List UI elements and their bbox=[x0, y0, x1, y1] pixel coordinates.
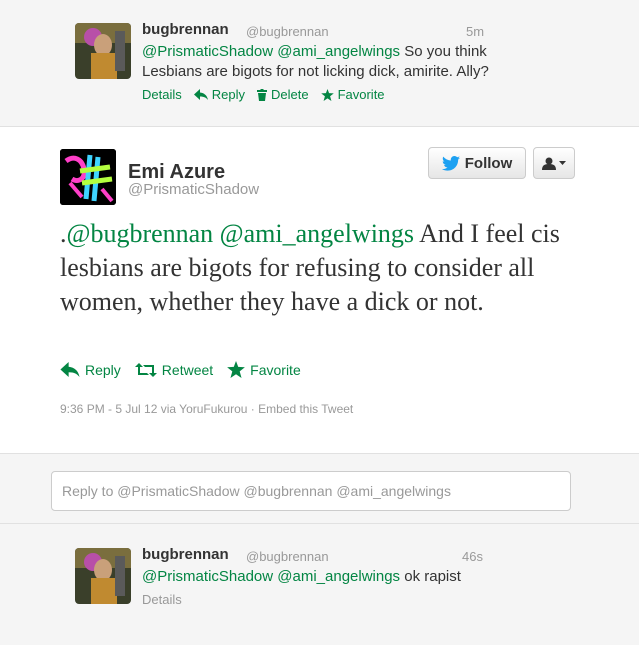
tweet-time[interactable]: 46s bbox=[462, 549, 483, 564]
tweet-text-body: ok rapist bbox=[400, 568, 461, 585]
trash-icon bbox=[257, 88, 267, 101]
tweet-actions: Details Reply Delete Favorite bbox=[142, 87, 397, 102]
reply-box: Reply to @PrismaticShadow @bugbrennan @a… bbox=[0, 453, 639, 524]
author-name[interactable]: bugbrennan bbox=[142, 546, 229, 563]
author-name[interactable]: bugbrennan bbox=[142, 21, 229, 38]
reply-button[interactable]: Reply bbox=[193, 87, 245, 102]
user-actions-dropdown[interactable] bbox=[533, 147, 575, 179]
reply-label: Reply bbox=[85, 361, 121, 378]
tweet-text: @PrismaticShadow @ami_angelwings ok rapi… bbox=[142, 567, 582, 587]
retweet-icon bbox=[134, 362, 157, 377]
reply-icon bbox=[60, 362, 80, 377]
tweet-time[interactable]: 5m bbox=[466, 24, 484, 39]
bugbrennan-avatar[interactable] bbox=[75, 548, 131, 604]
tweet-mentions[interactable]: @PrismaticShadow @ami_angelwings bbox=[142, 568, 400, 585]
star-icon bbox=[320, 88, 334, 101]
favorite-label: Favorite bbox=[337, 87, 385, 102]
tweet-mentions[interactable]: @PrismaticShadow @ami_angelwings bbox=[142, 43, 400, 60]
details-link[interactable]: Details bbox=[142, 87, 182, 102]
twitter-bird-icon bbox=[441, 155, 460, 171]
retweet-label: Retweet bbox=[161, 361, 214, 378]
top-tweet: bugbrennan @bugbrennan 5m @PrismaticShad… bbox=[0, 0, 639, 127]
tweet-text: @PrismaticShadow @ami_angelwings So you … bbox=[142, 42, 582, 82]
reply-button[interactable]: Reply bbox=[60, 362, 121, 378]
bugbrennan-avatar[interactable] bbox=[75, 23, 131, 79]
delete-label: Delete bbox=[271, 87, 309, 102]
reply-label: Reply bbox=[211, 87, 245, 102]
author-handle[interactable]: @bugbrennan bbox=[246, 549, 329, 564]
chevron-down-icon bbox=[559, 161, 566, 165]
star-icon bbox=[227, 361, 246, 378]
tweet-text-line: Lesbians are bigots for not licking dick… bbox=[142, 63, 489, 80]
favorite-button[interactable]: Favorite bbox=[227, 361, 301, 378]
tweet-actions: Reply Retweet Favorite bbox=[60, 361, 315, 378]
author-handle[interactable]: @PrismaticShadow bbox=[128, 181, 259, 198]
tweet-mentions[interactable]: @bugbrennan @ami_angelwings bbox=[67, 219, 415, 248]
tweet-text-part: So you think bbox=[400, 43, 487, 60]
retweet-button[interactable]: Retweet bbox=[134, 361, 214, 378]
follow-button[interactable]: Follow bbox=[428, 147, 526, 179]
author-handle[interactable]: @bugbrennan bbox=[246, 24, 329, 39]
favorite-button[interactable]: Favorite bbox=[320, 87, 385, 102]
user-icon bbox=[542, 157, 556, 170]
details-link[interactable]: Details bbox=[142, 592, 182, 607]
reply-input[interactable]: Reply to @PrismaticShadow @bugbrennan @a… bbox=[51, 471, 571, 511]
tweet-text: .@bugbrennan @ami_angelwings And I feel … bbox=[60, 217, 580, 319]
reply-icon bbox=[193, 89, 208, 100]
favorite-label: Favorite bbox=[250, 361, 301, 378]
emi-azure-avatar[interactable] bbox=[60, 149, 116, 205]
follow-label: Follow bbox=[464, 154, 513, 172]
delete-button[interactable]: Delete bbox=[257, 87, 309, 102]
bottom-tweet: bugbrennan @bugbrennan 46s @PrismaticSha… bbox=[0, 524, 639, 645]
tweet-meta[interactable]: 9:36 PM - 5 Jul 12 via YoruFukurou · Emb… bbox=[60, 402, 353, 416]
main-tweet: Emi Azure @PrismaticShadow Follow .@bugb… bbox=[0, 127, 639, 453]
